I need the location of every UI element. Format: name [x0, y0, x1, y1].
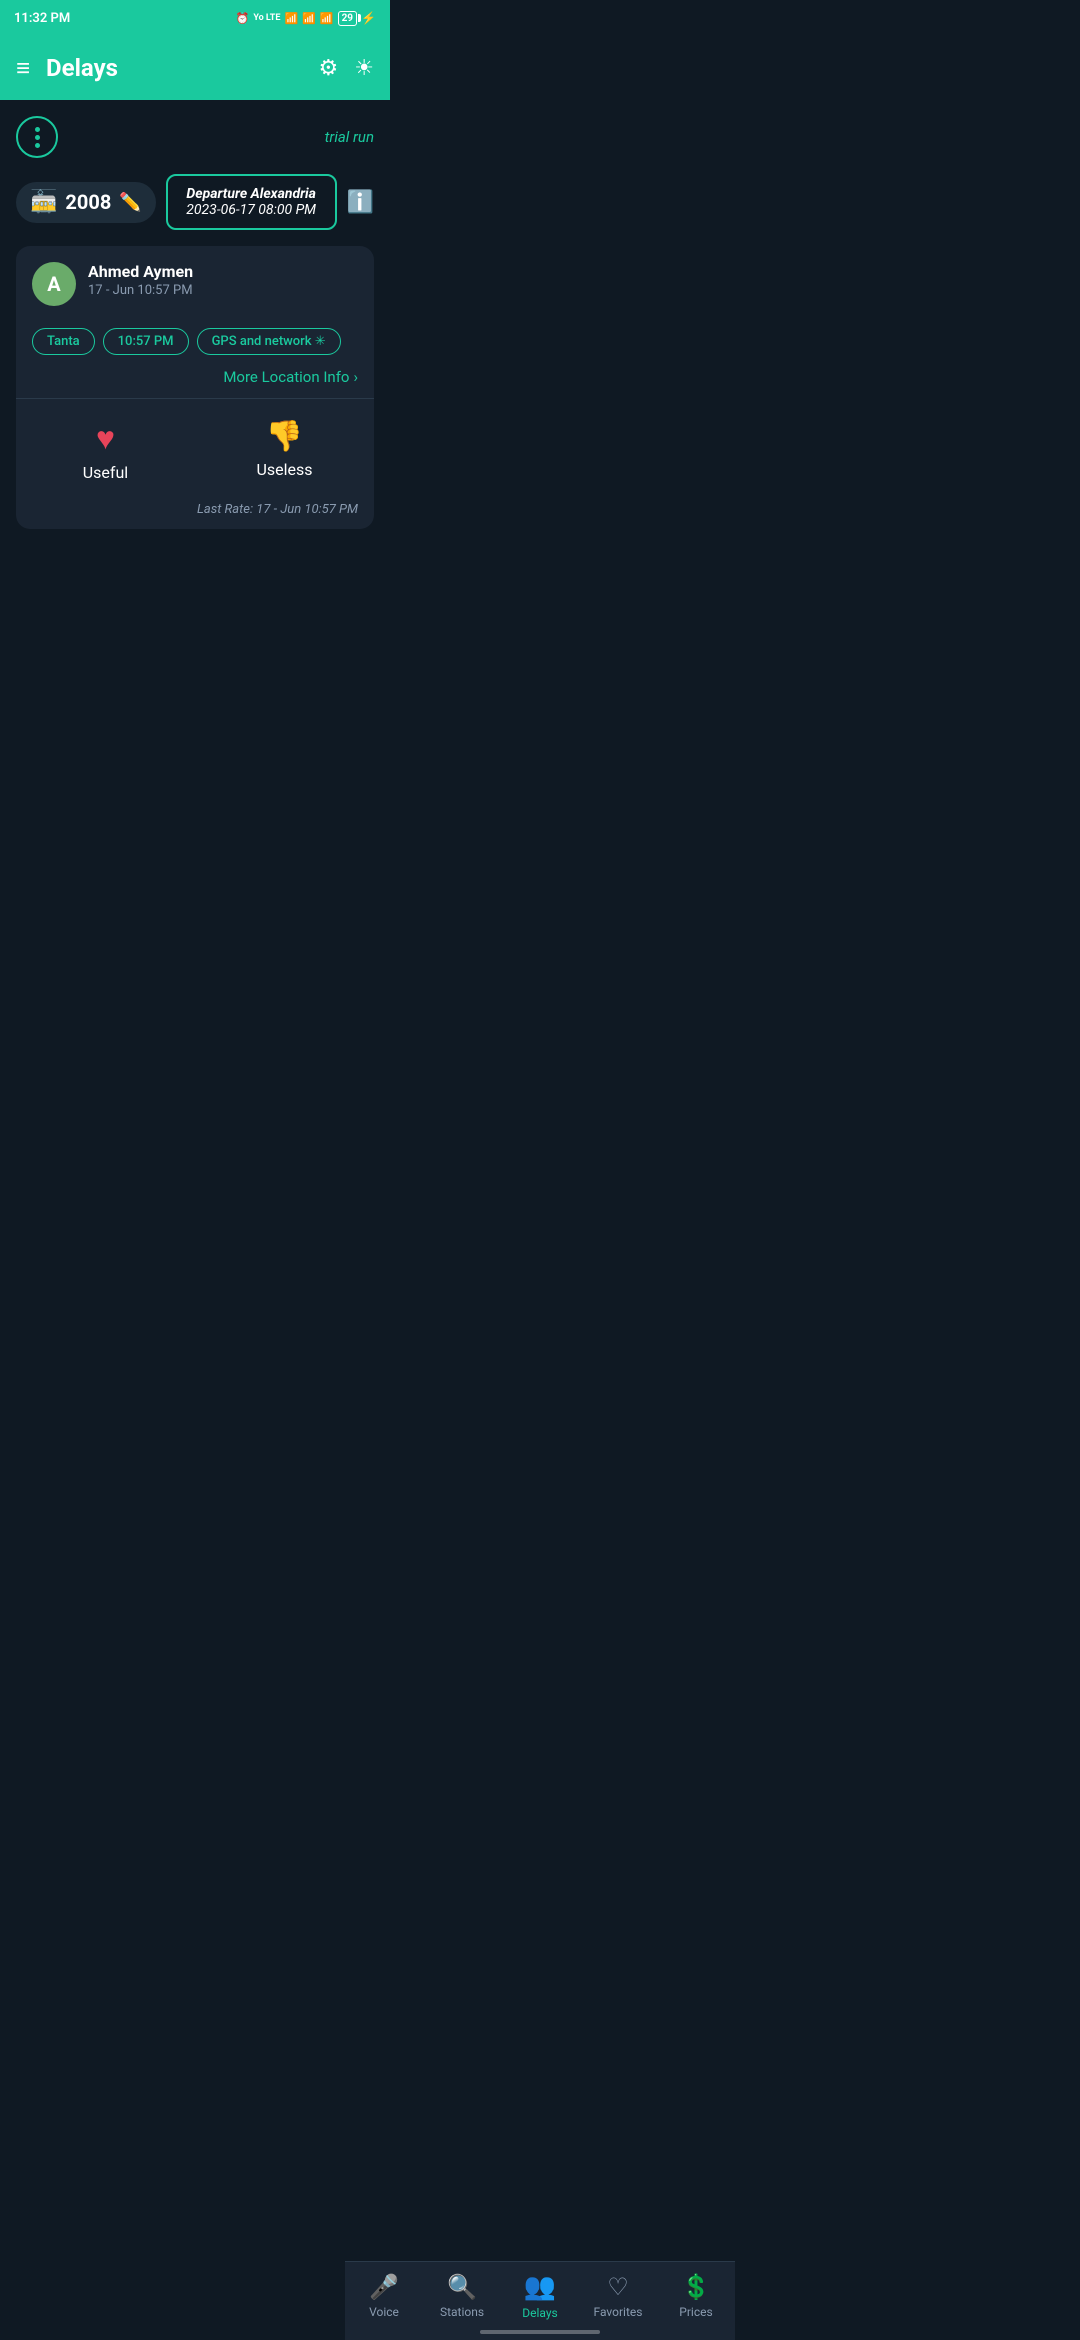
useless-button[interactable]: 👎 Useless — [195, 411, 374, 490]
nav-item-prices[interactable]: 💲 Prices — [657, 2273, 735, 2319]
rating-row: ♥ Useful 👎 Useless — [16, 399, 374, 502]
search-icon: 🔍 — [447, 2273, 477, 2301]
departure-title: Departure Alexandria — [182, 186, 321, 202]
nav-item-favorites[interactable]: ♡ Favorites — [579, 2273, 657, 2319]
nav-item-stations[interactable]: 🔍 Stations — [423, 2273, 501, 2319]
wifi-icon: 📶 — [320, 12, 334, 25]
home-indicator — [480, 2330, 600, 2334]
lte-icon: Yo LTE — [253, 13, 280, 23]
status-bar: 11:32 PM ⏰ Yo LTE 📶 📶 📶 29 ⚡ — [0, 0, 390, 36]
train-info-row: 🚋 2008 ✏️ Departure Alexandria 2023-06-1… — [16, 174, 374, 230]
nav-item-voice[interactable]: 🎤 Voice — [345, 2273, 423, 2319]
report-info: Ahmed Aymen 17 - Jun 10:57 PM — [88, 262, 358, 298]
delays-icon: 👥 — [524, 2272, 556, 2302]
signal-icon-1: 📶 — [284, 12, 298, 25]
nav-label-delays: Delays — [522, 2306, 557, 2320]
report-header: A Ahmed Aymen 17 - Jun 10:57 PM — [16, 246, 374, 318]
tags-row: Tanta 10:57 PM GPS and network ✳ — [16, 328, 374, 355]
avatar: A — [32, 262, 76, 306]
dot-1 — [35, 127, 40, 132]
useful-button[interactable]: ♥ Useful — [16, 411, 195, 490]
app-bar-icons: ⚙ ☀ — [319, 56, 374, 81]
last-rate-text: Last Rate: 17 - Jun 10:57 PM — [16, 502, 374, 529]
tag-gps[interactable]: GPS and network ✳ — [197, 328, 341, 355]
tag-time[interactable]: 10:57 PM — [103, 328, 189, 355]
thumbsdown-icon: 👎 — [266, 419, 303, 454]
dot-2 — [35, 135, 40, 140]
departure-box[interactable]: Departure Alexandria 2023-06-17 08:00 PM — [166, 174, 337, 230]
nav-label-voice: Voice — [369, 2305, 399, 2319]
train-number-box[interactable]: 🚋 2008 ✏️ — [16, 182, 156, 223]
useless-label: Useless — [256, 460, 312, 479]
reporter-name: Ahmed Aymen — [88, 262, 358, 281]
tag-location[interactable]: Tanta — [32, 328, 95, 355]
status-time: 11:32 PM — [14, 11, 70, 26]
app-bar: ≡ Delays ⚙ ☀ — [0, 36, 390, 100]
trial-run-label: trial run — [325, 128, 374, 146]
alarm-icon: ⏰ — [236, 12, 250, 25]
nav-label-stations: Stations — [440, 2305, 484, 2319]
top-row: trial run — [16, 116, 374, 158]
main-content: trial run 🚋 2008 ✏️ Departure Alexandria… — [0, 100, 390, 545]
heart-icon: ♥ — [96, 419, 115, 457]
status-icons: ⏰ Yo LTE 📶 📶 📶 29 ⚡ — [236, 11, 376, 26]
more-location-button[interactable]: More Location Info › — [223, 368, 358, 386]
signal-icon-2: 📶 — [302, 12, 316, 25]
theme-icon[interactable]: ☀ — [354, 56, 374, 81]
useful-label: Useful — [83, 463, 128, 482]
nav-label-prices: Prices — [679, 2305, 712, 2319]
nav-label-favorites: Favorites — [594, 2305, 643, 2319]
report-card: A Ahmed Aymen 17 - Jun 10:57 PM Tanta 10… — [16, 246, 374, 529]
voice-icon: 🎤 — [369, 2273, 399, 2301]
train-number: 2008 — [65, 190, 111, 214]
battery-indicator: 29 — [338, 11, 357, 26]
chevron-right-icon: › — [353, 368, 358, 386]
more-location-row: More Location Info › — [16, 355, 374, 398]
nav-item-delays[interactable]: 👥 Delays — [501, 2272, 579, 2320]
favorites-icon: ♡ — [607, 2273, 629, 2301]
app-title: Delays — [46, 54, 319, 82]
three-dots-button[interactable] — [16, 116, 58, 158]
departure-datetime: 2023-06-17 08:00 PM — [182, 202, 321, 218]
edit-icon[interactable]: ✏️ — [119, 192, 141, 213]
bottom-nav: 🎤 Voice 🔍 Stations 👥 Delays ♡ Favorites … — [345, 2261, 735, 2340]
prices-icon: 💲 — [681, 2273, 711, 2301]
report-time: 17 - Jun 10:57 PM — [88, 283, 358, 298]
settings-icon[interactable]: ⚙ — [319, 56, 339, 81]
more-location-label: More Location Info — [223, 368, 349, 386]
menu-icon[interactable]: ≡ — [16, 54, 30, 83]
dot-3 — [35, 143, 40, 148]
train-icon: 🚋 — [30, 190, 57, 215]
info-icon[interactable]: ℹ️ — [347, 190, 374, 215]
charging-icon: ⚡ — [361, 11, 376, 25]
